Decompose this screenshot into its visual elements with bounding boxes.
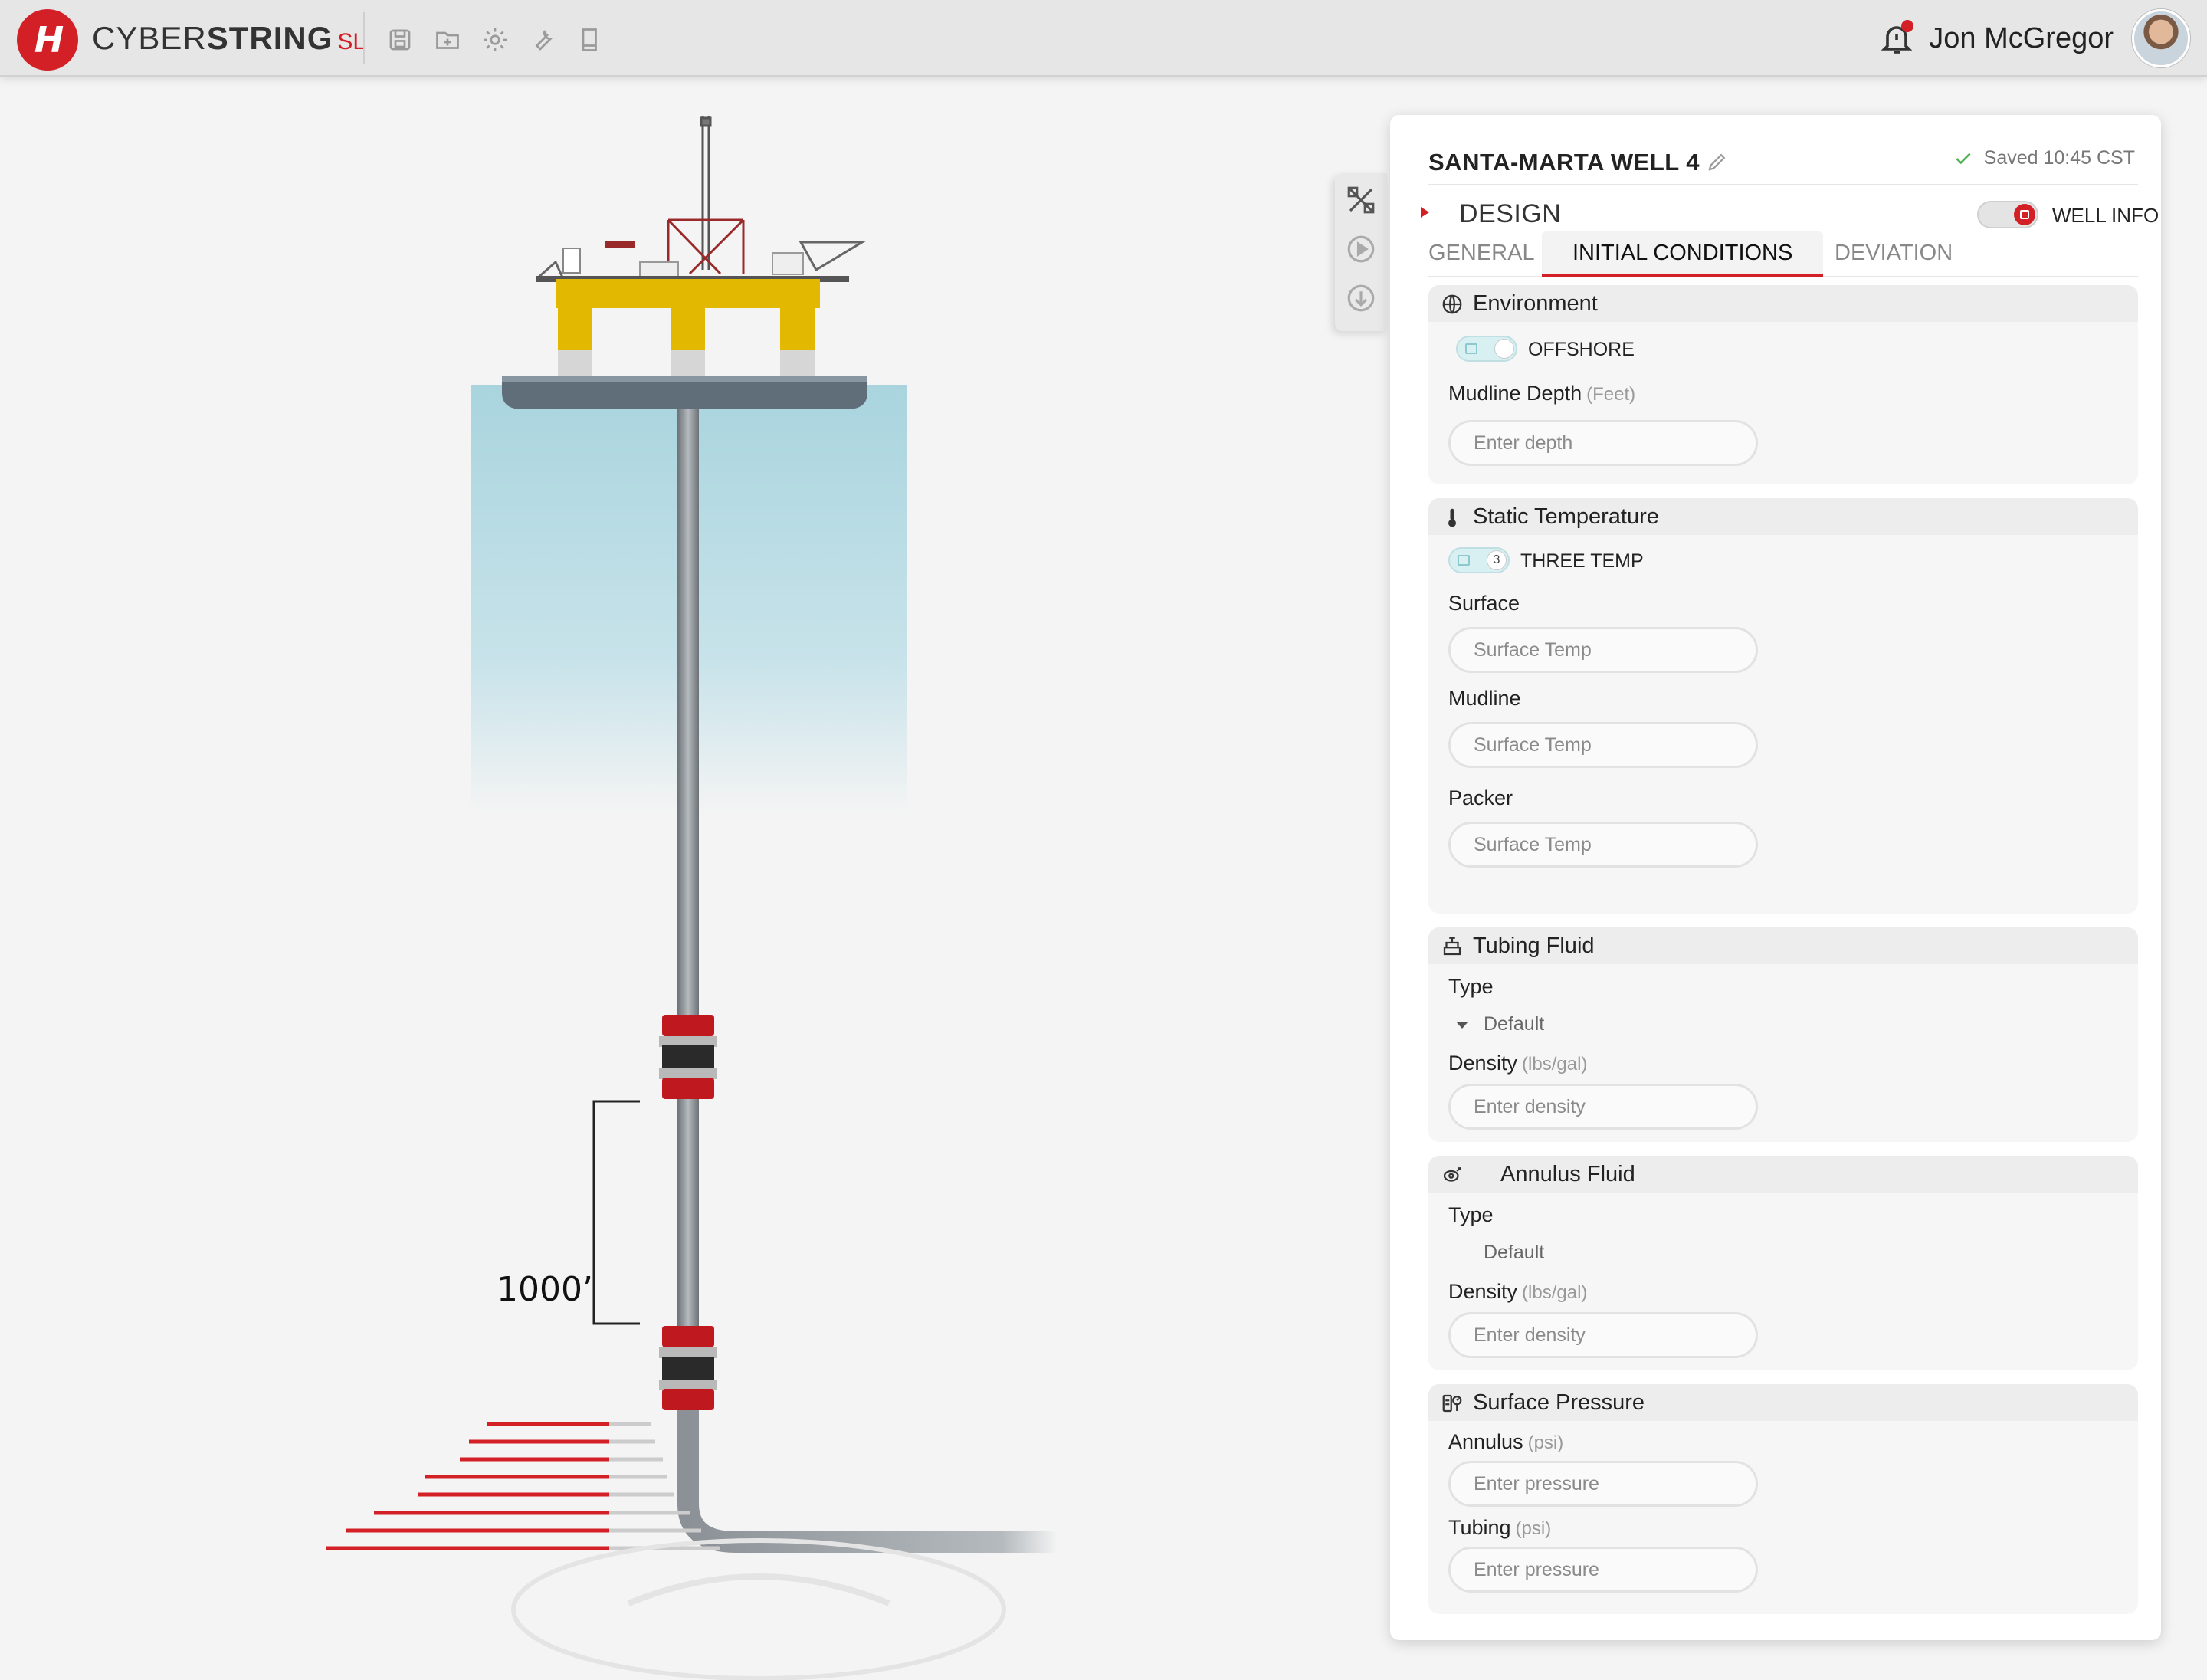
section-header: Annulus Fluid — [1428, 1156, 2138, 1193]
deck-equipment — [536, 241, 867, 281]
tool-rail — [1335, 173, 1387, 331]
mudline-depth-label: Mudline Depth (Feet) — [1448, 382, 1636, 405]
tab-deviation[interactable]: DEVIATION — [1835, 231, 1953, 277]
waves-icon — [1465, 343, 1477, 354]
annulus-type-select[interactable]: Default — [1456, 1242, 1544, 1264]
annulus-pressure-input[interactable] — [1448, 1461, 1758, 1507]
packer-lower — [659, 1326, 717, 1410]
surface-label: Surface — [1448, 592, 1520, 615]
well-name: SANTA-MARTA WELL 4 — [1428, 149, 1700, 176]
tubing-pressure-label: Tubing (psi) — [1448, 1516, 1552, 1539]
top-bar: H CYBERSTRING SL Jon McGregor — [0, 0, 2207, 77]
save-icon[interactable] — [386, 26, 414, 54]
surface-temp-input[interactable] — [1448, 627, 1758, 673]
packer-temp-input[interactable] — [1448, 822, 1758, 868]
section-header: Surface Pressure — [1428, 1384, 2138, 1421]
toggle-knob — [2014, 204, 2035, 225]
section-header: Static Temperature — [1428, 498, 2138, 535]
packer-upper — [659, 1015, 717, 1099]
well-info-toggle[interactable] — [1977, 201, 2038, 228]
chevron-down-icon — [1456, 1250, 1468, 1257]
tubing-icon — [1443, 937, 1461, 956]
well-illustration: 1000’ — [0, 78, 1341, 1680]
three-temp-label: THREE TEMP — [1520, 550, 1644, 572]
panel-header: SANTA-MARTA WELL 4 Saved 10:45 CST — [1428, 132, 2138, 185]
tubing-type-select[interactable]: Default — [1456, 1013, 1544, 1035]
design-tools-icon[interactable] — [1345, 184, 1377, 216]
globe-icon — [1442, 294, 1462, 314]
section-header: Tubing Fluid — [1428, 927, 2138, 964]
folder-add-icon[interactable] — [434, 26, 461, 54]
section-title: Annulus Fluid — [1500, 1162, 1635, 1186]
section-title: Environment — [1473, 291, 1598, 316]
depth-label: 1000’ — [497, 1270, 593, 1309]
perforation-lines — [326, 1422, 720, 1550]
offshore-label: OFFSHORE — [1528, 339, 1635, 360]
section-header: Environment — [1428, 285, 2138, 322]
toggle-knob — [1494, 339, 1514, 359]
check-icon — [1956, 153, 1971, 164]
user-area: Jon McGregor — [1878, 8, 2190, 69]
pressure-gauge-icon — [1442, 1394, 1462, 1413]
section-title: Tubing Fluid — [1473, 934, 1595, 958]
mudline-depth-input[interactable] — [1448, 420, 1758, 466]
surface-pressure-section: Surface Pressure Annulus(psi) Tubing(psi… — [1428, 1384, 2138, 1614]
annulus-density-label: Density (lbs/gal) — [1448, 1280, 1588, 1303]
tubing-pressure-input[interactable] — [1448, 1547, 1758, 1593]
mudline-label: Mudline — [1448, 687, 1521, 710]
section-title: Static Temperature — [1473, 504, 1659, 529]
well-info-label: WELL INFO — [2052, 204, 2159, 227]
rotate-indicator — [511, 1538, 1006, 1680]
header-divider — [363, 12, 365, 64]
annulus-pressure-label: Annulus (psi) — [1448, 1430, 1564, 1453]
panel-icon — [1458, 555, 1470, 566]
pencil-icon[interactable] — [1706, 150, 1729, 173]
well-diagram — [326, 116, 1058, 1680]
brand-name: CYBERSTRING SL — [92, 20, 366, 56]
section-title: Surface Pressure — [1473, 1390, 1645, 1415]
tubing-bend — [677, 1408, 1058, 1553]
chevron-down-icon — [1456, 1021, 1468, 1029]
logo-icon[interactable]: H — [17, 9, 78, 71]
download-icon[interactable] — [1345, 282, 1377, 314]
design-panel: SANTA-MARTA WELL 4 Saved 10:45 CST DESIG… — [1390, 115, 2161, 1640]
mudline-temp-input[interactable] — [1448, 722, 1758, 768]
drilling-derrick — [667, 116, 745, 275]
annulus-icon — [1443, 1167, 1461, 1182]
tab-initial-conditions[interactable]: INITIAL CONDITIONS — [1542, 231, 1824, 277]
tubing-density-input[interactable] — [1448, 1084, 1758, 1130]
offshore-toggle[interactable] — [1456, 336, 1517, 362]
saved-status: Saved 10:45 CST — [1953, 147, 2135, 169]
thermometer-icon — [1448, 508, 1456, 527]
packer-label: Packer — [1448, 786, 1513, 809]
wrench-icon[interactable] — [529, 26, 556, 54]
avatar[interactable] — [2132, 9, 2190, 67]
annulus-type-label: Type — [1448, 1203, 1494, 1226]
design-title: DESIGN — [1459, 199, 1562, 228]
saved-text: Saved 10:45 CST — [1983, 147, 2135, 169]
toggle-knob: 3 — [1487, 550, 1507, 570]
notification-bell-icon[interactable] — [1878, 20, 1915, 57]
annulus-fluid-section: Annulus Fluid Type Default Density (lbs/g… — [1428, 1156, 2138, 1370]
tab-bar: GENERAL INITIAL CONDITIONS DEVIATION — [1428, 231, 2138, 277]
environment-section: Environment OFFSHORE Mudline Depth (Feet) — [1428, 285, 2138, 484]
annulus-density-input[interactable] — [1448, 1312, 1758, 1358]
offshore-platform — [502, 276, 867, 409]
toolbar — [386, 26, 604, 54]
settings-icon[interactable] — [481, 26, 509, 54]
static-temperature-section: Static Temperature 3 THREE TEMP Surface … — [1428, 498, 2138, 914]
depth-bracket — [592, 1100, 640, 1325]
tubing-density-label: Density (lbs/gal) — [1448, 1052, 1588, 1075]
three-temp-toggle[interactable]: 3 — [1448, 547, 1510, 573]
tab-general[interactable]: GENERAL — [1428, 231, 1535, 277]
tubing-type-label: Type — [1448, 975, 1494, 998]
tubing-fluid-section: Tubing Fluid Type Default Density (lbs/ga… — [1428, 927, 2138, 1142]
play-icon[interactable] — [1345, 233, 1377, 265]
user-name[interactable]: Jon McGregor — [1929, 22, 2114, 55]
caret-right-icon[interactable] — [1421, 207, 1429, 218]
book-icon[interactable] — [576, 26, 604, 54]
